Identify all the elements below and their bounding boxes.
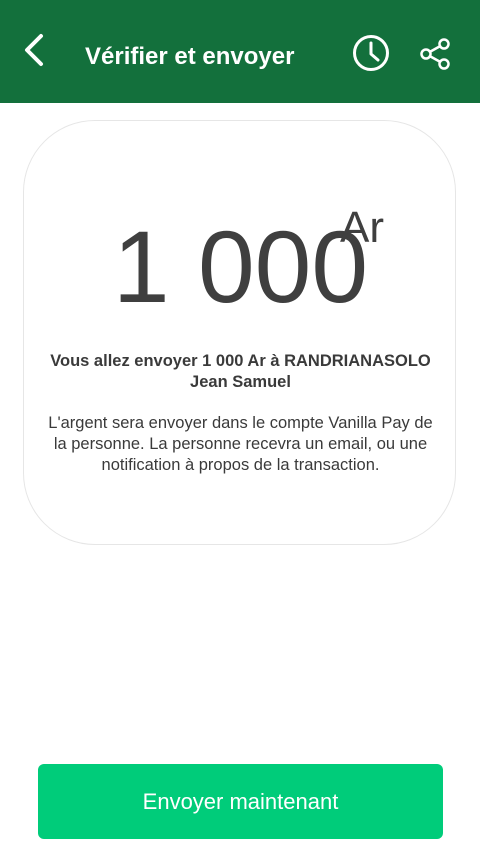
app-bar: Vérifier et envoyer xyxy=(0,0,480,103)
share-button[interactable] xyxy=(414,34,456,74)
back-arrow-icon xyxy=(25,34,43,66)
history-button[interactable] xyxy=(350,32,392,74)
back-button[interactable] xyxy=(14,30,54,70)
transfer-summary-text: Vous allez envoyer 1 000 Ar à RANDRIANAS… xyxy=(50,352,431,391)
transfer-description-text: L'argent sera envoyer dans le compte Van… xyxy=(48,414,433,474)
share-icon xyxy=(420,38,450,70)
amount-value: 1 000 xyxy=(112,210,369,324)
transfer-summary-card: 1 000 Ar Vous allez envoyer 1 000 Ar à R… xyxy=(23,120,456,545)
amount-currency: Ar xyxy=(340,203,384,252)
send-now-button[interactable]: Envoyer maintenant xyxy=(38,764,443,839)
amount-display: 1 000 Ar xyxy=(24,203,457,318)
clock-icon xyxy=(353,35,389,71)
page-title: Vérifier et envoyer xyxy=(85,43,295,70)
